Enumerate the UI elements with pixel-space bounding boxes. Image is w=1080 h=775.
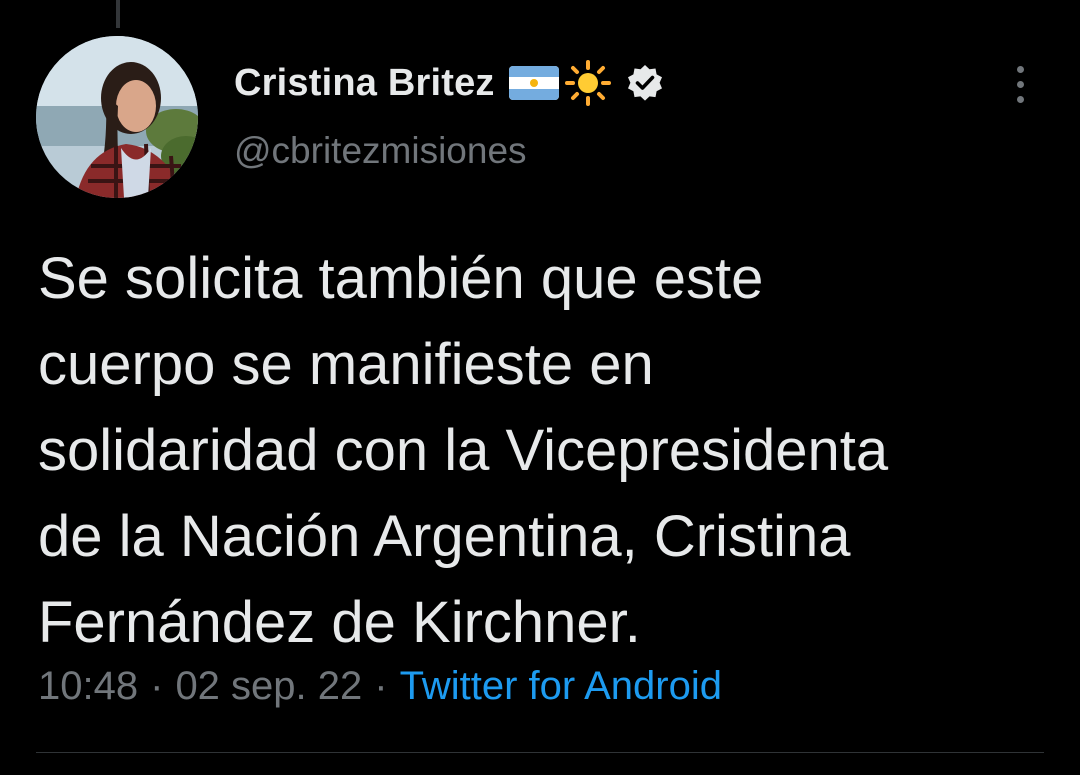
tweet-date[interactable]: 02 sep. 22 bbox=[175, 664, 362, 709]
thread-connector-line bbox=[116, 0, 120, 28]
tweet-text-line: de la Nación Argentina, Cristina bbox=[38, 504, 851, 569]
more-dot bbox=[1016, 80, 1024, 88]
sun-icon bbox=[564, 60, 611, 106]
verified-badge-icon[interactable] bbox=[625, 63, 665, 103]
divider bbox=[36, 752, 1044, 753]
meta-separator: · bbox=[150, 664, 164, 708]
tweet-text-line: Se solicita también que este bbox=[38, 246, 764, 311]
tweet-text-line: Fernández de Kirchner. bbox=[38, 590, 641, 655]
more-options-button[interactable] bbox=[1004, 60, 1036, 108]
tweet-metadata: 10:48 · 02 sep. 22 · Twitter for Android bbox=[38, 664, 722, 709]
argentina-flag-icon bbox=[508, 66, 559, 100]
author-display-name[interactable]: Cristina Britez bbox=[234, 62, 495, 105]
more-dot bbox=[1016, 95, 1024, 103]
tweet-source-link[interactable]: Twitter for Android bbox=[400, 664, 722, 709]
avatar-photo bbox=[36, 36, 198, 198]
more-dots-icon bbox=[1016, 65, 1024, 73]
author-handle[interactable]: @cbritezmisiones bbox=[234, 130, 527, 172]
tweet-text: Se solicita también que este cuerpo se m… bbox=[38, 236, 1048, 666]
avatar[interactable] bbox=[36, 36, 198, 198]
meta-separator: · bbox=[374, 664, 388, 708]
author-name-row: Cristina Britez bbox=[234, 58, 665, 108]
tweet-text-line: cuerpo se manifieste en bbox=[38, 332, 654, 397]
tweet-time[interactable]: 10:48 bbox=[38, 664, 138, 709]
tweet-text-line: solidaridad con la Vicepresidenta bbox=[38, 418, 889, 483]
